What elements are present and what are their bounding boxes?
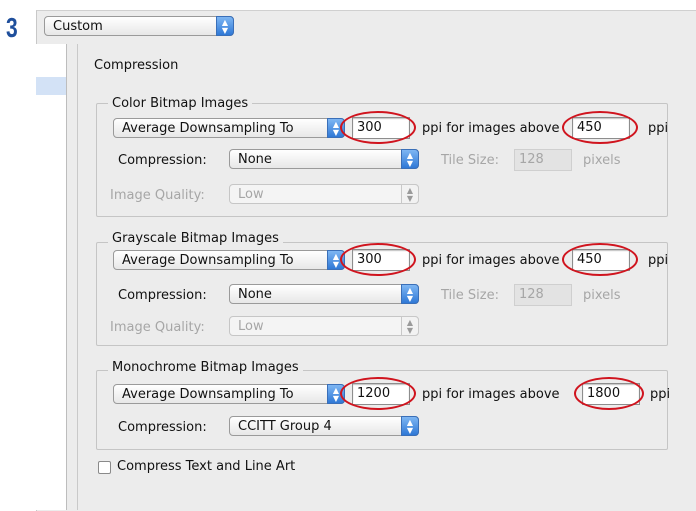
sidebar-selected-item[interactable]	[36, 77, 66, 95]
grayscale-quality-value: Low	[238, 319, 264, 334]
monochrome-resolution-input[interactable]: 1200	[352, 383, 410, 405]
color-compression-popup[interactable]: None ▲ ▼	[229, 149, 419, 169]
color-compression-label: Compression:	[118, 153, 207, 168]
monochrome-threshold-input[interactable]: 1800	[582, 383, 640, 405]
popup-arrows-icon: ▲ ▼	[327, 250, 345, 270]
grayscale-compression-label: Compression:	[118, 288, 207, 303]
color-downsampling-value: Average Downsampling To	[122, 121, 294, 136]
monochrome-compression-popup[interactable]: CCITT Group 4 ▲ ▼	[229, 416, 419, 436]
step-number: 3	[6, 12, 18, 43]
color-quality-value: Low	[238, 187, 264, 202]
popup-arrows-icon: ▲ ▼	[401, 316, 419, 336]
color-quality-label: Image Quality:	[110, 188, 205, 203]
monochrome-downsampling-value: Average Downsampling To	[122, 387, 294, 402]
grayscale-quality-label: Image Quality:	[110, 320, 205, 335]
popup-arrows-icon: ▲ ▼	[327, 384, 345, 404]
grayscale-ppi-above-label: ppi for images above	[422, 253, 560, 268]
grayscale-tile-size-input: 128	[514, 284, 572, 306]
grayscale-quality-popup: Low ▲ ▼	[229, 316, 419, 336]
color-compression-value: None	[238, 152, 272, 167]
popup-arrows-icon: ▲ ▼	[401, 416, 419, 436]
grayscale-threshold-input[interactable]: 450	[572, 249, 630, 271]
popup-arrows-icon: ▲ ▼	[401, 284, 419, 304]
sidebar-list[interactable]	[36, 44, 67, 510]
grayscale-downsampling-value: Average Downsampling To	[122, 253, 294, 268]
color-ppi-above-label: ppi for images above	[422, 121, 560, 136]
color-resolution-input[interactable]: 300	[352, 117, 410, 139]
grayscale-tile-size-label: Tile Size:	[441, 288, 499, 303]
grayscale-resolution-input[interactable]: 300	[352, 249, 410, 271]
monochrome-compression-label: Compression:	[118, 420, 207, 435]
grayscale-downsampling-popup[interactable]: Average Downsampling To ▲ ▼	[113, 250, 345, 270]
sidebar-divider	[67, 44, 78, 510]
color-ppi-unit: ppi	[648, 121, 669, 136]
monochrome-downsampling-popup[interactable]: Average Downsampling To ▲ ▼	[113, 384, 345, 404]
color-downsampling-popup[interactable]: Average Downsampling To ▲ ▼	[113, 118, 345, 138]
preset-value: Custom	[53, 19, 103, 34]
monochrome-compression-value: CCITT Group 4	[238, 419, 332, 434]
preset-popup[interactable]: Custom ▲ ▼	[44, 16, 234, 36]
compress-text-label[interactable]: Compress Text and Line Art	[117, 459, 295, 474]
monochrome-group-title: Monochrome Bitmap Images	[108, 360, 303, 375]
color-tile-size-input: 128	[514, 149, 572, 171]
monochrome-bitmap-group	[96, 370, 668, 450]
section-title: Compression	[94, 58, 179, 73]
color-tile-unit: pixels	[583, 153, 621, 168]
popup-arrows-icon: ▲ ▼	[216, 16, 234, 36]
grayscale-ppi-unit: ppi	[648, 253, 669, 268]
popup-arrows-icon: ▲ ▼	[401, 184, 419, 204]
grayscale-tile-unit: pixels	[583, 288, 621, 303]
monochrome-ppi-unit: ppi	[650, 387, 671, 402]
grayscale-compression-popup[interactable]: None ▲ ▼	[229, 284, 419, 304]
compress-text-checkbox[interactable]	[98, 461, 111, 474]
grayscale-group-title: Grayscale Bitmap Images	[108, 231, 283, 246]
color-tile-size-label: Tile Size:	[441, 153, 499, 168]
color-group-title: Color Bitmap Images	[108, 96, 253, 111]
color-quality-popup: Low ▲ ▼	[229, 184, 419, 204]
popup-arrows-icon: ▲ ▼	[401, 149, 419, 169]
popup-arrows-icon: ▲ ▼	[327, 118, 345, 138]
grayscale-compression-value: None	[238, 287, 272, 302]
color-threshold-input[interactable]: 450	[572, 117, 630, 139]
monochrome-ppi-above-label: ppi for images above	[422, 387, 560, 402]
